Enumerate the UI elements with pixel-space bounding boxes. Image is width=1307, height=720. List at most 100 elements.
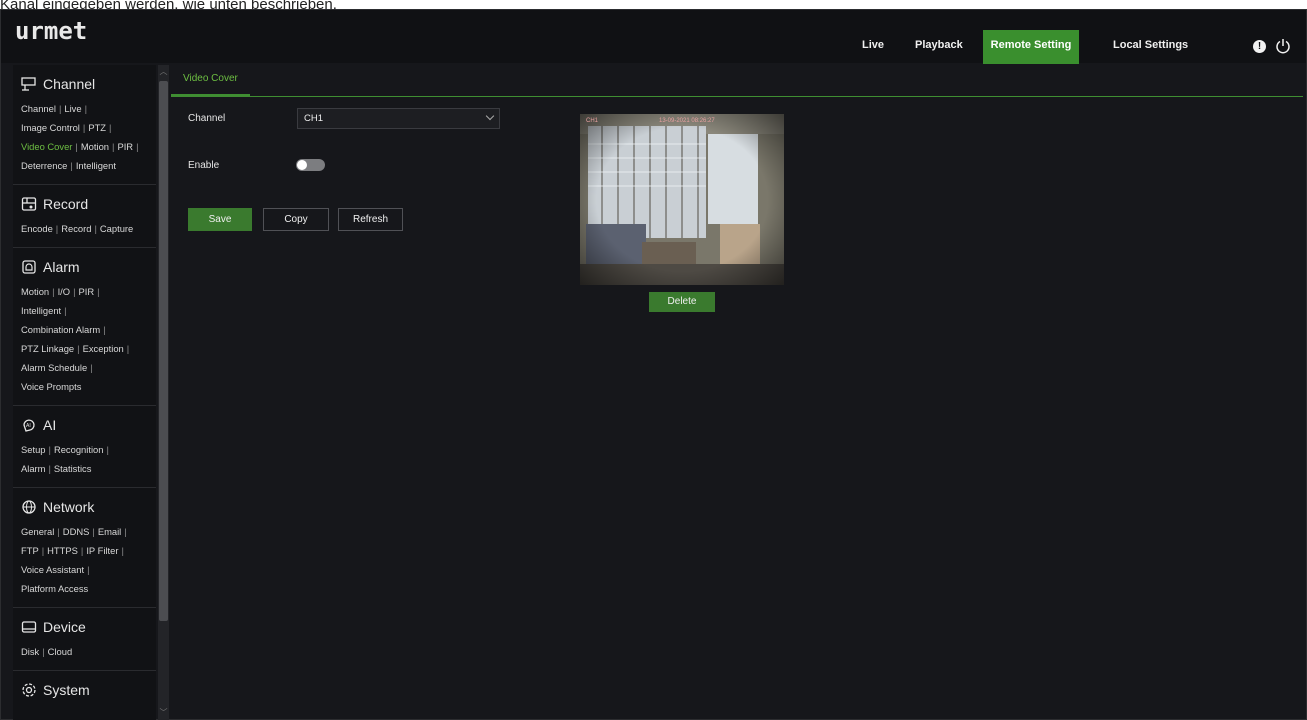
sidebar-item-video-cover[interactable]: Video Cover: [21, 141, 72, 152]
channel-select-value: CH1: [304, 113, 324, 124]
sidebar-line: Combination Alarm |: [13, 320, 156, 339]
scrollbar-thumb[interactable]: [159, 81, 168, 621]
sidebar-item-exception[interactable]: Exception: [83, 343, 124, 354]
sidebar-item-alarm-schedule[interactable]: Alarm Schedule: [21, 362, 87, 373]
nav-tab-remote-setting[interactable]: Remote Setting: [983, 30, 1079, 64]
sidebar-item-general[interactable]: General: [21, 526, 54, 537]
sidebar-separator: |: [106, 444, 109, 455]
sidebar-separator: |: [121, 545, 124, 556]
sidebar-section-header[interactable]: Network: [13, 488, 156, 518]
sidebar-item-encode[interactable]: Encode: [21, 223, 53, 234]
device-icon: [21, 619, 43, 635]
sidebar-line: Disk | Cloud: [13, 642, 156, 661]
sidebar-section-header[interactable]: Alarm: [13, 248, 156, 278]
ai-icon: AI: [21, 417, 43, 433]
sidebar-line: Motion | I/O | PIR |: [13, 282, 156, 301]
app-window: urmet Live Playback Remote Setting Local…: [0, 9, 1307, 720]
sidebar-item-ddns[interactable]: DDNS: [63, 526, 90, 537]
sidebar-section-header[interactable]: AI AI: [13, 406, 156, 436]
main-content: Video Cover Channel CH1 Enable Save Copy…: [171, 65, 1303, 720]
sidebar-separator: |: [58, 103, 62, 114]
sidebar-separator: |: [42, 646, 45, 657]
sidebar-item-motion[interactable]: Motion: [21, 286, 49, 297]
delete-button[interactable]: Delete: [649, 292, 715, 312]
sidebar-item-voice-assistant[interactable]: Voice Assistant: [21, 564, 84, 575]
sidebar-item-ptz[interactable]: PTZ: [88, 122, 106, 133]
sidebar-separator: |: [75, 141, 78, 152]
channel-label: Channel: [188, 113, 226, 124]
sidebar-separator: |: [41, 545, 45, 556]
scroll-down-icon[interactable]: ﹀: [159, 708, 168, 718]
sidebar-item-motion[interactable]: Motion: [81, 141, 109, 152]
sidebar-item-pir[interactable]: PIR: [79, 286, 95, 297]
network-icon: [21, 499, 43, 515]
sidebar-item-capture[interactable]: Capture: [100, 223, 133, 234]
sidebar-line: Image Control | PTZ |: [13, 118, 156, 137]
nav-tab-playback[interactable]: Playback: [903, 30, 975, 64]
sidebar-line: PTZ Linkage | Exception |: [13, 339, 156, 358]
sidebar-item-image-control[interactable]: Image Control: [21, 122, 80, 133]
sidebar-item-email[interactable]: Email: [98, 526, 121, 537]
sidebar-section-header[interactable]: Channel: [13, 65, 156, 95]
sidebar-section-header[interactable]: Device: [13, 608, 156, 638]
sidebar-separator: |: [87, 564, 90, 575]
tab-video-cover[interactable]: Video Cover: [171, 65, 250, 97]
sidebar-line: Encode | Record | Capture: [13, 219, 156, 238]
power-icon[interactable]: [1275, 38, 1291, 54]
sidebar-section-header[interactable]: System: [13, 671, 156, 701]
sidebar-section-ai: AI AI Setup | Recognition | Alarm | Statistics: [13, 406, 156, 488]
sidebar-item-cloud[interactable]: Cloud: [48, 646, 73, 657]
sidebar-item-channel[interactable]: Channel: [21, 103, 56, 114]
copy-button[interactable]: Copy: [263, 208, 329, 231]
sidebar-separator: |: [126, 343, 130, 354]
sidebar-separator: |: [77, 343, 80, 354]
sidebar-scrollbar[interactable]: ︿ ﹀: [158, 65, 169, 720]
sidebar-item-live[interactable]: Live: [64, 103, 81, 114]
sidebar-separator: |: [52, 286, 55, 297]
nav-tab-live[interactable]: Live: [850, 30, 896, 64]
sidebar-item-intelligent[interactable]: Intelligent: [21, 305, 61, 316]
sidebar-item-disk[interactable]: Disk: [21, 646, 39, 657]
sidebar-separator: |: [94, 223, 97, 234]
sidebar-item-ip-filter[interactable]: IP Filter: [86, 545, 118, 556]
sidebar-item-alarm[interactable]: Alarm: [21, 463, 45, 474]
sidebar-item-statistics[interactable]: Statistics: [54, 463, 92, 474]
sidebar-item-setup[interactable]: Setup: [21, 444, 46, 455]
sidebar-line: Voice Prompts: [13, 377, 156, 396]
preview-osd-channel: CH1: [586, 118, 599, 124]
sidebar-item-record[interactable]: Record: [61, 223, 91, 234]
sidebar-item-https[interactable]: HTTPS: [47, 545, 78, 556]
sidebar-separator: |: [64, 305, 67, 316]
sidebar-line: Alarm | Statistics: [13, 459, 156, 478]
sidebar-item-platform-access[interactable]: Platform Access: [21, 583, 88, 594]
sidebar-separator: |: [70, 160, 73, 171]
brand-logo: urmet: [15, 17, 88, 45]
sidebar-separator: |: [90, 362, 93, 373]
sidebar-item-ptz-linkage[interactable]: PTZ Linkage: [21, 343, 74, 354]
sidebar-item-deterrence[interactable]: Deterrence: [21, 160, 67, 171]
enable-toggle[interactable]: [296, 159, 325, 171]
sidebar-item-intelligent[interactable]: Intelligent: [76, 160, 116, 171]
sidebar-line: Channel | Live |: [13, 99, 156, 118]
chevron-down-icon: [485, 111, 495, 121]
sidebar-item-pir[interactable]: PIR: [117, 141, 133, 152]
nav-tab-local-settings[interactable]: Local Settings: [1101, 30, 1200, 64]
sidebar-item-ftp[interactable]: FTP: [21, 545, 39, 556]
sidebar-item-voice-prompts[interactable]: Voice Prompts: [21, 381, 81, 392]
camera-preview[interactable]: CH1 13-09-2021 08:26:27: [580, 114, 784, 285]
save-button[interactable]: Save: [188, 208, 252, 231]
sidebar-separator: |: [136, 141, 139, 152]
refresh-button[interactable]: Refresh: [338, 208, 403, 231]
sidebar-line: Setup | Recognition |: [13, 440, 156, 459]
sidebar-item-i-o[interactable]: I/O: [58, 286, 71, 297]
sidebar-item-combination-alarm[interactable]: Combination Alarm: [21, 324, 100, 335]
sidebar-section-title: System: [43, 682, 90, 698]
gear-icon: [21, 682, 43, 698]
sidebar-item-recognition[interactable]: Recognition: [54, 444, 104, 455]
sidebar-line: Voice Assistant |: [13, 560, 156, 579]
scroll-up-icon[interactable]: ︿: [159, 67, 168, 77]
info-icon[interactable]: !: [1253, 40, 1266, 53]
sidebar-separator: |: [92, 526, 95, 537]
sidebar-section-header[interactable]: Record: [13, 185, 156, 215]
channel-select[interactable]: CH1: [297, 108, 500, 129]
